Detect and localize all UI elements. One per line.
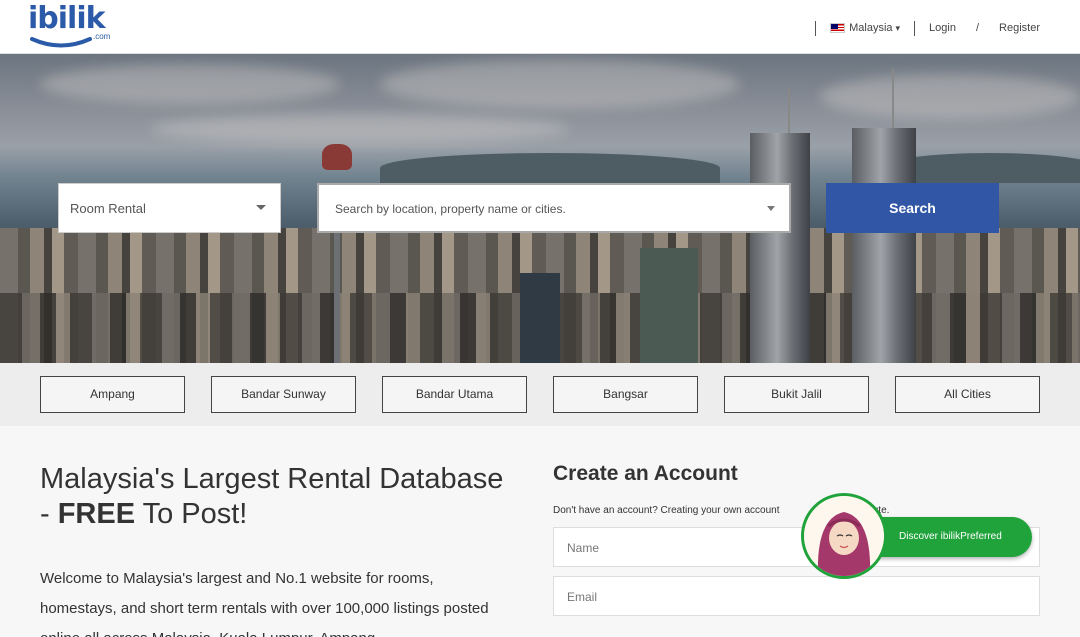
location-search-input[interactable]: Search by location, property name or cit… bbox=[317, 183, 791, 233]
title-dash: - bbox=[40, 498, 58, 530]
login-link[interactable]: Login bbox=[929, 22, 956, 34]
name-placeholder: Name bbox=[567, 541, 600, 555]
top-header: ibilik .com Malaysia ▾ Login / Register bbox=[0, 0, 1080, 54]
title-rest: To Post! bbox=[135, 498, 248, 530]
create-account-title: Create an Account bbox=[553, 462, 738, 485]
city-button-all-cities[interactable]: All Cities bbox=[895, 376, 1040, 413]
search-button[interactable]: Search bbox=[826, 183, 999, 233]
logo-smile-icon bbox=[30, 37, 92, 48]
subtitle-text: Don't have an account? Creating your own… bbox=[553, 505, 780, 516]
city-button-ampang[interactable]: Ampang bbox=[40, 376, 185, 413]
property-type-value: Room Rental bbox=[70, 201, 146, 216]
nav-divider bbox=[914, 20, 916, 36]
property-type-select[interactable]: Room Rental bbox=[58, 183, 281, 233]
intro-paragraph: Welcome to Malaysia's largest and No.1 w… bbox=[40, 570, 489, 637]
nav-divider bbox=[815, 20, 817, 36]
city-button-bandar-sunway[interactable]: Bandar Sunway bbox=[211, 376, 356, 413]
city-button-bangsar[interactable]: Bangsar bbox=[553, 376, 698, 413]
chevron-down-icon[interactable]: ▾ bbox=[896, 23, 901, 34]
dropdown-arrow-icon bbox=[767, 206, 775, 211]
title-line1: Malaysia's Largest Rental Database bbox=[40, 463, 504, 495]
search-bar: Room Rental Search by location, property… bbox=[58, 183, 1058, 233]
dropdown-arrow-icon bbox=[256, 205, 266, 210]
mascot-avatar-icon[interactable] bbox=[801, 493, 887, 579]
email-field[interactable]: Email bbox=[553, 576, 1040, 616]
logo-text: ibilik bbox=[28, 1, 106, 36]
petronas-tower-right bbox=[852, 128, 916, 363]
country-selector[interactable]: Malaysia bbox=[849, 22, 892, 34]
top-nav: Malaysia ▾ Login / Register bbox=[801, 18, 1040, 38]
city-button-bukit-jalil[interactable]: Bukit Jalil bbox=[724, 376, 869, 413]
mascot-illustration bbox=[804, 496, 884, 576]
discover-preferred-label: Discover ibilikPreferred bbox=[899, 531, 1002, 542]
logo-suffix: .com bbox=[93, 32, 111, 41]
kl-tower-image bbox=[322, 144, 352, 170]
register-link[interactable]: Register bbox=[999, 22, 1040, 34]
search-placeholder: Search by location, property name or cit… bbox=[335, 202, 566, 216]
city-button-bandar-utama[interactable]: Bandar Utama bbox=[382, 376, 527, 413]
title-free: FREE bbox=[57, 498, 136, 530]
page-title: Malaysia's Largest Rental Database - FRE… bbox=[40, 462, 503, 532]
email-placeholder: Email bbox=[567, 590, 598, 604]
malaysia-flag-icon bbox=[830, 23, 846, 33]
hero-banner: Room Rental Search by location, property… bbox=[0, 54, 1080, 363]
nav-slash: / bbox=[975, 22, 980, 34]
ibilik-logo[interactable]: ibilik .com bbox=[28, 4, 118, 48]
popular-cities-bar: Ampang Bandar Sunway Bandar Utama Bangsa… bbox=[0, 363, 1080, 426]
petronas-tower-left bbox=[750, 133, 810, 363]
